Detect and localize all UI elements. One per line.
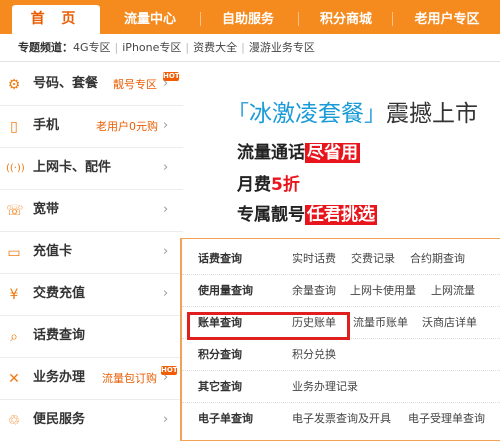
sidebar-item-convenience[interactable]: ♲ 便民服务 › (0, 400, 183, 442)
nav-divider (200, 12, 201, 26)
sidebar-item-label: 话费查询 (33, 328, 86, 343)
tools-icon: ✕ (8, 371, 20, 387)
sidebar-item-label: 上网卡、配件 (33, 160, 112, 175)
link-datacard-usage[interactable]: 上网卡使用量 (350, 275, 416, 307)
panel-row-electronic: 电子单查询 电子发票查询及开具 电子受理单查询 (182, 403, 500, 435)
sidebar-item-label: 业务办理 (33, 370, 86, 385)
nav-divider (298, 12, 299, 26)
nav-divider (392, 12, 393, 26)
nav-home-tab[interactable]: 首 页 (12, 5, 100, 34)
broadband-icon: ☏ (6, 203, 24, 219)
service-icon: ♲ (7, 413, 21, 429)
nav-points-mall[interactable]: 积分商城 (302, 0, 390, 34)
phone-icon: ▯ (10, 119, 18, 135)
chevron-right-icon: › (163, 76, 169, 91)
link-store-detail[interactable]: 沃商店详单 (422, 307, 477, 339)
sidebar-item-label: 交费充值 (33, 286, 86, 301)
highlight-box (187, 312, 350, 340)
sidebar-item-broadband[interactable]: ☏ 宽带 › (0, 190, 183, 232)
chevron-right-icon: › (163, 160, 169, 175)
banner-headline: 「冰激凌套餐」震撼上市 (227, 101, 479, 127)
sidebar-item-label: 号码、套餐 (33, 76, 99, 91)
sidebar-item-number-plan[interactable]: ⚙ 号码、套餐 靓号专区 HOT › (0, 64, 183, 106)
sidebar-item-data-card[interactable]: ((·)) 上网卡、配件 › (0, 148, 183, 190)
link-iphone[interactable]: iPhone专区 (122, 41, 181, 54)
link-roaming[interactable]: 漫游业务专区 (249, 41, 315, 54)
panel-row-points: 积分查询 积分兑换 (182, 339, 500, 371)
banner-line-fee: 月费5折 (237, 175, 300, 195)
link-realtime-bill[interactable]: 实时话费 (292, 243, 336, 275)
sidebar-item-recharge-card[interactable]: ▭ 充值卡 › (0, 232, 183, 274)
sidebar-sub-link[interactable]: 老用户0元购 (96, 106, 158, 148)
category-sidebar: ⚙ 号码、套餐 靓号专区 HOT › ▯ 手机 老用户0元购 › ((·)) 上… (0, 62, 183, 441)
chevron-right-icon: › (163, 202, 169, 217)
sidebar-item-label: 手机 (33, 118, 60, 133)
top-nav: 首 页 流量中心 自助服务 积分商城 老用户专区 (0, 0, 500, 34)
banner-line-call: 流量通话 尽省用 (237, 143, 360, 163)
sidebar-sub-link[interactable]: 流量包订购 (102, 358, 157, 400)
link-points-exchange[interactable]: 积分兑换 (292, 339, 336, 371)
chevron-right-icon: › (163, 244, 169, 259)
link-payment-record[interactable]: 交费记录 (351, 243, 395, 275)
sidebar-item-bill-query[interactable]: ⌕ 话费查询 (0, 316, 183, 358)
chevron-right-icon: › (163, 370, 169, 385)
sidebar-item-label: 充值卡 (33, 244, 73, 259)
card-icon: ▭ (7, 245, 21, 261)
gear-icon: ⚙ (7, 77, 21, 93)
sidebar-sub-link[interactable]: 靓号专区 (113, 64, 157, 106)
nav-self-service[interactable]: 自助服务 (204, 0, 292, 34)
link-contract-query[interactable]: 合约期查询 (410, 243, 465, 275)
link-e-order[interactable]: 电子受理单查询 (408, 403, 485, 435)
sidebar-item-label: 便民服务 (33, 412, 86, 427)
promo-banner[interactable]: 「冰激凌套餐」震撼上市 流量通话 尽省用 月费5折 专属靓号 任君挑选 (183, 62, 500, 240)
topic-channel-label: 专题频道： (18, 41, 73, 54)
signal-icon: ((·)) (6, 163, 25, 174)
search-icon: ⌕ (10, 329, 18, 345)
sidebar-item-phone[interactable]: ▯ 手机 老用户0元购 › (0, 106, 183, 148)
topic-channel-bar: 专题频道：4G专区 | iPhone专区 | 资费大全 | 漫游业务专区 (0, 34, 500, 62)
panel-row-usage: 使用量查询 余量查询 上网卡使用量 上网流量 (182, 275, 500, 307)
panel-row-heading: 使用量查询 (198, 284, 253, 297)
link-business-record[interactable]: 业务办理记录 (292, 371, 358, 403)
panel-row-other: 其它查询 业务办理记录 (182, 371, 500, 403)
panel-row-heading: 电子单查询 (198, 412, 253, 425)
link-data-traffic[interactable]: 上网流量 (431, 275, 475, 307)
link-e-invoice[interactable]: 电子发票查询及开具 (292, 403, 391, 435)
panel-row-heading: 其它查询 (198, 380, 242, 393)
link-coin-bill[interactable]: 流量币账单 (353, 307, 408, 339)
sidebar-item-label: 宽带 (33, 202, 60, 217)
panel-row-heading: 话费查询 (198, 252, 242, 265)
banner-line-number: 专属靓号 任君挑选 (237, 205, 377, 225)
sidebar-item-business[interactable]: ✕ 业务办理 流量包订购 HOT › (0, 358, 183, 400)
chevron-right-icon: › (163, 286, 169, 301)
nav-traffic-center[interactable]: 流量中心 (106, 0, 194, 34)
chevron-right-icon: › (163, 412, 169, 427)
panel-row-heading: 积分查询 (198, 348, 242, 361)
yen-icon: ¥ (9, 287, 19, 303)
chevron-right-icon: › (163, 118, 169, 133)
link-4g[interactable]: 4G专区 (73, 41, 111, 54)
panel-row-bill: 话费查询 实时话费 交费记录 合约期查询 (182, 243, 500, 275)
nav-old-users[interactable]: 老用户专区 (396, 0, 498, 34)
link-balance-query[interactable]: 余量查询 (292, 275, 336, 307)
sidebar-item-payment[interactable]: ¥ 交费充值 › (0, 274, 183, 316)
link-tariff[interactable]: 资费大全 (193, 41, 237, 54)
